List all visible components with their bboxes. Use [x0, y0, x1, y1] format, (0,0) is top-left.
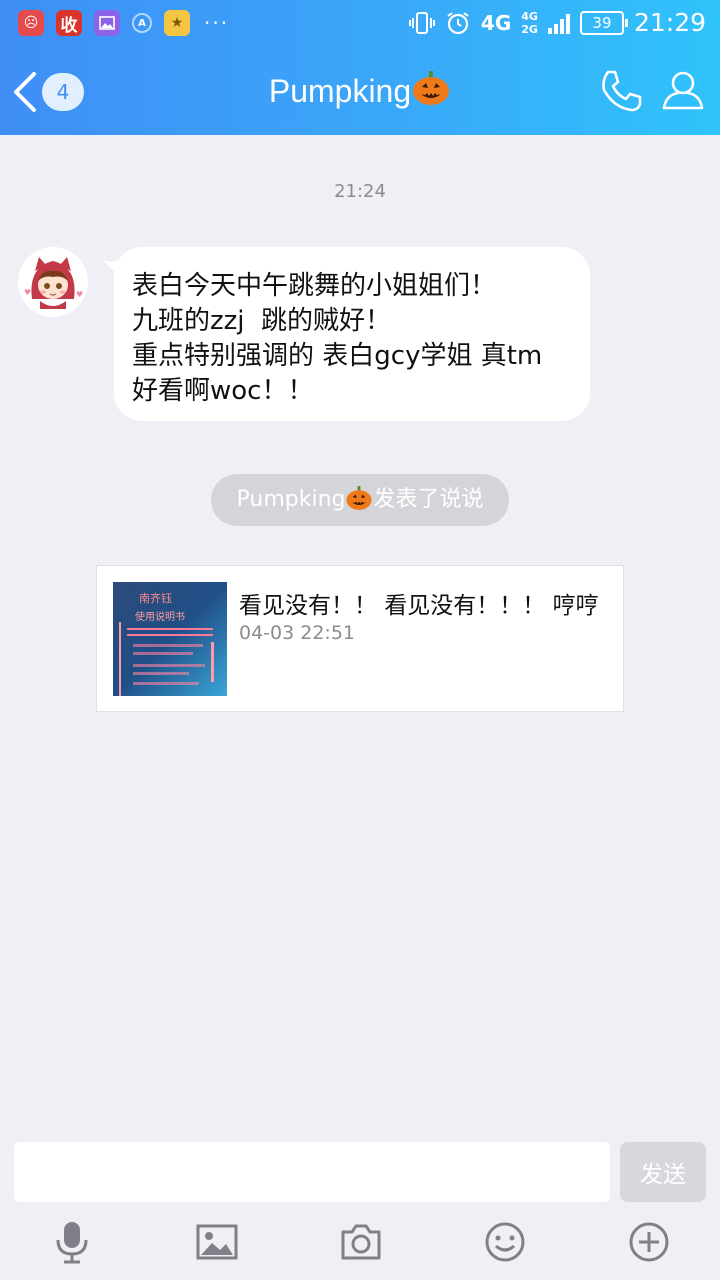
- app-header: ☹ 收 A ★ ··· 4G 4G 2G 39 21:29 4 Pumpking: [0, 0, 720, 135]
- svg-text:♥: ♥: [24, 288, 31, 297]
- plus-icon[interactable]: [627, 1220, 671, 1264]
- sad-face-app-icon: ☹: [18, 10, 44, 36]
- notice-text: 发表了说说: [373, 487, 484, 512]
- post-title: 看见没有！！ 看见没有！！！ 哼哼: [239, 593, 599, 619]
- signal-strength-icon: [547, 12, 570, 34]
- more-notifications-icon: ···: [204, 11, 230, 35]
- image-icon[interactable]: [195, 1220, 239, 1264]
- svg-text:♥: ♥: [76, 290, 83, 299]
- post-date: 04-03 22:51: [239, 622, 356, 644]
- notice-name: Pumpking: [236, 487, 346, 512]
- status-time: 21:29: [633, 8, 706, 37]
- message-line: 重点特别强调的 表白gcy学姐 真tm: [132, 341, 543, 371]
- contact-name: Pumpking: [268, 73, 412, 109]
- message-line: 九班的zzj 跳的贼好！: [132, 306, 392, 336]
- thumbnail-title: 南齐钰: [139, 592, 172, 605]
- shared-post-card[interactable]: 南齐钰 使用说明书 看见没有！！ 看见没有！！！ 哼哼 04-03 22:51: [96, 565, 624, 712]
- vibrate-icon: [408, 11, 435, 34]
- input-area: 发送: [0, 1128, 720, 1280]
- send-button[interactable]: 发送: [620, 1142, 706, 1202]
- input-toolbar: [0, 1220, 720, 1280]
- microphone-icon[interactable]: [50, 1220, 94, 1264]
- shield-app-icon: A: [132, 13, 152, 33]
- camera-icon[interactable]: [339, 1220, 383, 1264]
- message-bubble[interactable]: 表白今天中午跳舞的小姐姐们！ 九班的zzj 跳的贼好！ 重点特别强调的 表白gc…: [114, 247, 590, 421]
- title-bar: 4 Pumpking: [0, 48, 720, 135]
- phone-call-icon[interactable]: [598, 68, 644, 114]
- message-input[interactable]: [14, 1142, 610, 1202]
- star-app-icon: ★: [164, 10, 190, 36]
- network-top-label: 4G: [521, 9, 538, 23]
- thumbnail-subtitle: 使用说明书: [135, 612, 185, 623]
- shopping-app-icon: 收: [56, 10, 82, 36]
- emoji-icon[interactable]: [483, 1220, 527, 1264]
- post-thumbnail: 南齐钰 使用说明书: [113, 582, 227, 696]
- alarm-icon: [447, 11, 469, 34]
- network-type-label: 4G: [480, 10, 512, 35]
- system-status: 4G 4G 2G 39 21:29: [408, 8, 706, 37]
- profile-icon[interactable]: [660, 68, 706, 114]
- message-line: 表白今天中午跳舞的小姐姐们！: [132, 271, 497, 301]
- pumpkin-emoji-icon: [346, 486, 373, 510]
- network-bottom-label: 2G: [521, 22, 538, 36]
- gallery-app-icon: [94, 10, 120, 36]
- notification-icons: ☹ 收 A ★ ···: [18, 10, 229, 36]
- avatar[interactable]: ♥ ♥: [18, 247, 88, 317]
- post-notice-pill: Pumpking 发表了说说: [211, 474, 509, 526]
- status-bar: ☹ 收 A ★ ··· 4G 4G 2G 39 21:29: [0, 0, 720, 48]
- avatar-image: ♥ ♥: [18, 247, 88, 317]
- battery-icon: 39: [579, 10, 628, 35]
- message-timestamp: 21:24: [334, 181, 386, 202]
- dual-network-label: 4G 2G: [521, 10, 538, 36]
- message-line: 好看啊woc！！: [132, 376, 314, 406]
- pumpkin-emoji-icon: [413, 71, 450, 105]
